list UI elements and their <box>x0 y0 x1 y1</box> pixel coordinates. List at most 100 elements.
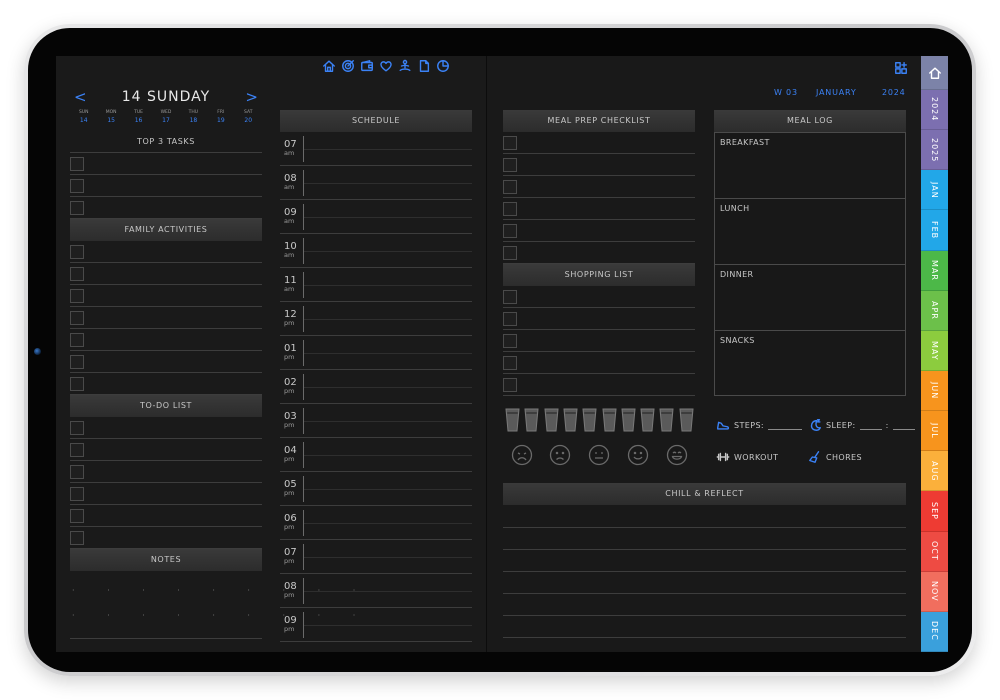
half-hour-line[interactable] <box>304 387 472 388</box>
tab-nov[interactable]: NOV <box>921 571 948 612</box>
workout-tracker[interactable]: WORKOUT <box>716 450 778 464</box>
checkbox[interactable] <box>70 245 84 259</box>
checkbox[interactable] <box>503 290 517 304</box>
checkbox[interactable] <box>70 157 84 171</box>
checkbox[interactable] <box>70 377 84 391</box>
checkbox[interactable] <box>70 333 84 347</box>
water-glass-icon[interactable] <box>640 408 655 432</box>
week-day-wed[interactable]: WED 17 <box>152 110 179 125</box>
snacks-field[interactable]: SNACKS <box>720 336 755 345</box>
half-hour-line[interactable] <box>304 523 472 524</box>
water-glass-icon[interactable] <box>544 408 559 432</box>
tab-jun[interactable]: JUN <box>921 370 948 412</box>
wallet-icon[interactable] <box>360 58 374 72</box>
mood-sad-icon[interactable] <box>549 444 571 466</box>
tab-sep[interactable]: SEP <box>921 491 948 532</box>
lunch-field[interactable]: LUNCH <box>720 204 750 213</box>
month-link[interactable]: JANUARY <box>816 88 857 97</box>
dinner-field[interactable]: DINNER <box>720 270 754 279</box>
half-hour-line[interactable] <box>304 149 472 150</box>
target-icon[interactable] <box>341 58 355 72</box>
checkbox[interactable] <box>503 158 517 172</box>
week-day-sat[interactable]: SAT 20 <box>235 110 262 125</box>
mood-angry-icon[interactable] <box>511 444 533 466</box>
week-day-mon[interactable]: MON 15 <box>97 110 124 125</box>
tab-mar[interactable]: MAR <box>921 250 948 291</box>
half-hour-line[interactable] <box>304 319 472 320</box>
checkbox[interactable] <box>70 311 84 325</box>
sleep-hours-line[interactable] <box>859 428 882 430</box>
checkbox[interactable] <box>503 180 517 194</box>
tab-apr[interactable]: APR <box>921 290 948 331</box>
checkbox[interactable] <box>503 334 517 348</box>
home-icon[interactable] <box>322 58 336 72</box>
reflect-line[interactable] <box>503 549 906 550</box>
checkbox[interactable] <box>70 509 84 523</box>
water-glass-icon[interactable] <box>505 408 520 432</box>
week-day-sun[interactable]: SUN 14 <box>70 110 97 125</box>
chores-tracker[interactable]: CHORES <box>808 450 862 464</box>
home-tab[interactable] <box>921 56 948 90</box>
checkbox[interactable] <box>70 179 84 193</box>
tab-may[interactable]: MAY <box>921 330 948 371</box>
checkbox[interactable] <box>70 355 84 369</box>
week-day-fri[interactable]: FRI 19 <box>207 110 234 125</box>
tab-jul[interactable]: JUL <box>921 411 948 452</box>
meditation-icon[interactable] <box>398 58 412 72</box>
tab-2025[interactable]: 2025 <box>921 130 948 171</box>
grid-layout-icon[interactable] <box>894 60 908 74</box>
reflect-line[interactable] <box>503 593 906 594</box>
water-glass-icon[interactable] <box>679 408 694 432</box>
steps-tracker[interactable]: STEPS: <box>716 418 803 432</box>
checkbox[interactable] <box>503 378 517 392</box>
tab-2024[interactable]: 2024 <box>921 90 948 131</box>
pie-chart-icon[interactable] <box>436 58 450 72</box>
tab-dec[interactable]: DEC <box>921 611 948 652</box>
half-hour-line[interactable] <box>304 625 472 626</box>
half-hour-line[interactable] <box>304 489 472 490</box>
checkbox[interactable] <box>503 202 517 216</box>
half-hour-line[interactable] <box>304 557 472 558</box>
week-number[interactable]: W 03 <box>774 88 798 97</box>
checkbox[interactable] <box>70 531 84 545</box>
week-day-thu[interactable]: THU 18 <box>180 110 207 125</box>
checkbox[interactable] <box>70 201 84 215</box>
half-hour-line[interactable] <box>304 353 472 354</box>
year-link[interactable]: 2024 <box>882 88 906 97</box>
water-glass-icon[interactable] <box>524 408 539 432</box>
sleep-tracker[interactable]: SLEEP: : <box>808 418 915 432</box>
checkbox[interactable] <box>70 487 84 501</box>
checkbox[interactable] <box>503 136 517 150</box>
water-glass-icon[interactable] <box>659 408 674 432</box>
half-hour-line[interactable] <box>304 217 472 218</box>
reflect-line[interactable] <box>503 615 906 616</box>
steps-input-line[interactable] <box>768 428 803 430</box>
mood-very-happy-icon[interactable] <box>666 444 688 466</box>
checkbox[interactable] <box>70 267 84 281</box>
reflect-line[interactable] <box>503 571 906 572</box>
checkbox[interactable] <box>503 312 517 326</box>
water-glass-icon[interactable] <box>582 408 597 432</box>
checkbox[interactable] <box>70 443 84 457</box>
half-hour-line[interactable] <box>304 455 472 456</box>
week-day-tue[interactable]: TUE 16 <box>125 110 152 125</box>
mood-neutral-icon[interactable] <box>588 444 610 466</box>
half-hour-line[interactable] <box>304 591 472 592</box>
mood-happy-icon[interactable] <box>627 444 649 466</box>
tab-aug[interactable]: AUG <box>921 451 948 492</box>
checkbox[interactable] <box>70 289 84 303</box>
checkbox[interactable] <box>70 465 84 479</box>
checkbox[interactable] <box>503 356 517 370</box>
half-hour-line[interactable] <box>304 421 472 422</box>
water-glass-icon[interactable] <box>563 408 578 432</box>
sleep-minutes-line[interactable] <box>892 428 915 430</box>
breakfast-field[interactable]: BREAKFAST <box>720 138 770 147</box>
reflect-line[interactable] <box>503 637 906 638</box>
next-day-button[interactable]: > <box>245 88 258 106</box>
half-hour-line[interactable] <box>304 251 472 252</box>
water-glass-icon[interactable] <box>601 408 617 432</box>
checkbox[interactable] <box>503 246 517 260</box>
half-hour-line[interactable] <box>304 183 472 184</box>
tab-jan[interactable]: JAN <box>921 170 948 211</box>
tab-oct[interactable]: OCT <box>921 531 948 572</box>
